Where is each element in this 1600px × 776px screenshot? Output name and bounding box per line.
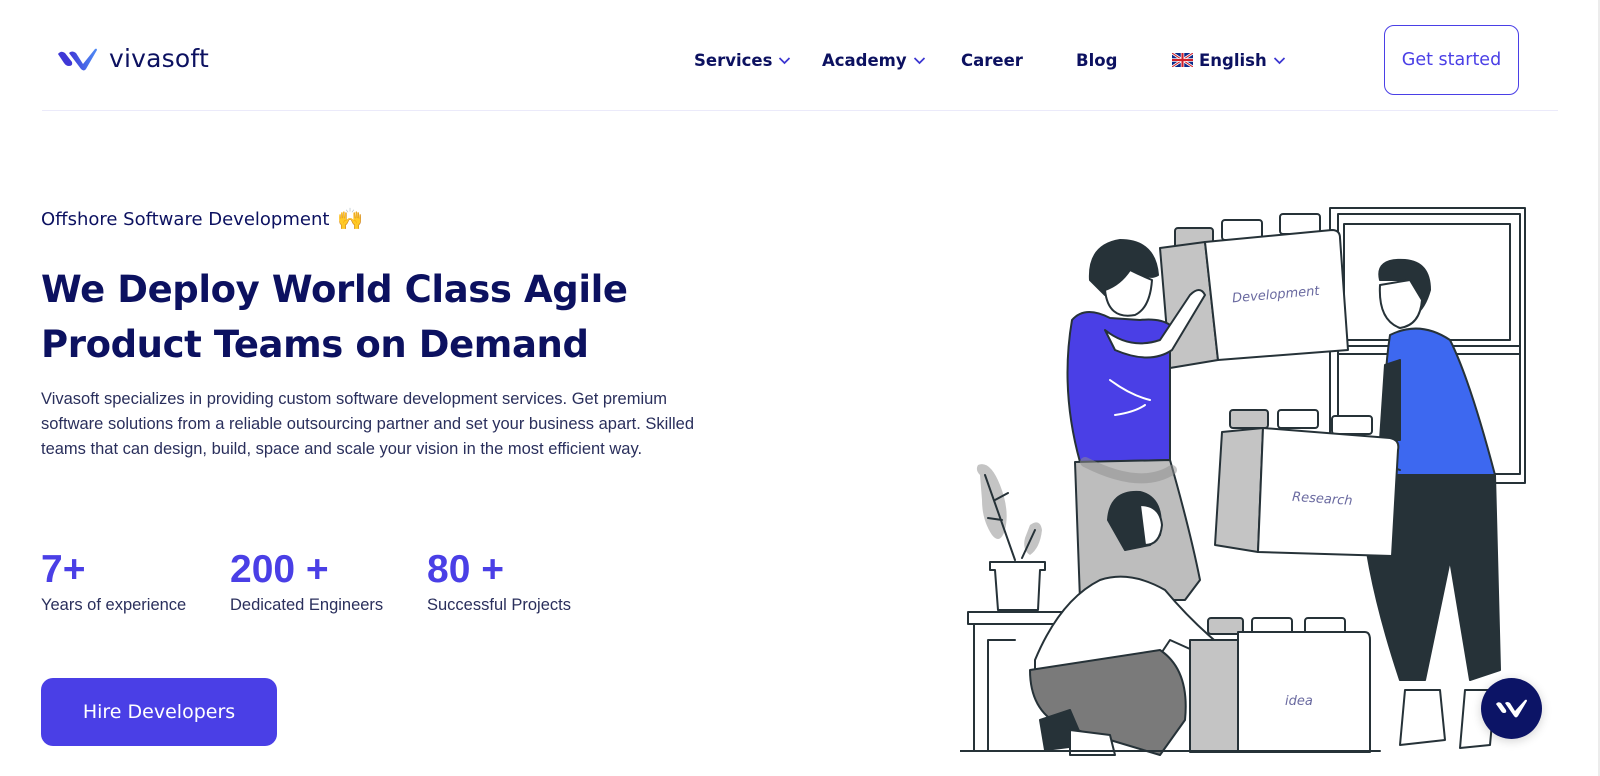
hire-developers-button[interactable]: Hire Developers xyxy=(41,678,277,746)
page: vivasoft Services Academy Career Blog En… xyxy=(0,0,1600,776)
site-header: vivasoft Services Academy Career Blog En… xyxy=(0,0,1600,112)
chevron-down-icon xyxy=(1273,56,1285,64)
stat-projects: 80 + Successful Projects xyxy=(427,548,571,615)
hero-eyebrow: Offshore Software Development 🙌 xyxy=(41,207,364,231)
nav-item-label: Academy xyxy=(822,50,907,70)
header-divider xyxy=(42,110,1558,111)
nav-item-academy[interactable]: Academy xyxy=(822,46,926,74)
nav-item-label: Career xyxy=(961,50,1023,70)
language-selector[interactable]: English xyxy=(1172,46,1286,74)
chevron-down-icon xyxy=(779,56,791,64)
chat-widget-button[interactable] xyxy=(1481,678,1542,739)
hero-description: Vivasoft specializes in providing custom… xyxy=(41,390,695,458)
stat-engineers: 200 + Dedicated Engineers xyxy=(230,548,383,615)
nav-item-services[interactable]: Services xyxy=(694,46,791,74)
headline-line-1: We Deploy World Class Agile xyxy=(41,268,628,311)
raising-hands-icon: 🙌 xyxy=(337,207,364,231)
language-label: English xyxy=(1199,50,1267,70)
stat-value: 80 + xyxy=(427,548,504,591)
hero-headline: We Deploy World Class Agile Product Team… xyxy=(41,262,681,372)
nav-item-blog[interactable]: Blog xyxy=(1076,46,1117,74)
vivasoft-logo-mark-icon xyxy=(58,48,97,70)
stat-years: 7+ Years of experience xyxy=(41,548,186,615)
box-research xyxy=(1214,409,1400,557)
stat-value: 7+ xyxy=(41,548,86,591)
chevron-down-icon xyxy=(913,56,925,64)
uk-flag-icon xyxy=(1172,53,1193,67)
stat-label: Successful Projects xyxy=(427,596,571,614)
hero-illustration: Development Research idea xyxy=(960,207,1526,756)
headline-line-2: Product Teams on Demand xyxy=(41,323,589,366)
nav-item-label: Services xyxy=(694,50,773,70)
nav-item-career[interactable]: Career xyxy=(961,46,1023,74)
stat-value: 200 + xyxy=(230,548,329,591)
stat-label: Years of experience xyxy=(41,596,187,614)
stat-label: Dedicated Engineers xyxy=(230,596,384,614)
nav-item-label: Blog xyxy=(1076,50,1118,70)
box-idea xyxy=(1189,617,1371,753)
vivasoft-chat-icon xyxy=(1495,699,1527,717)
logo-text: vivasoft xyxy=(109,44,209,73)
eyebrow-text: Offshore Software Development xyxy=(41,209,330,230)
logo-link[interactable]: vivasoft xyxy=(55,44,209,73)
box-label-idea: idea xyxy=(1285,694,1313,709)
get-started-button[interactable]: Get started xyxy=(1384,25,1519,95)
